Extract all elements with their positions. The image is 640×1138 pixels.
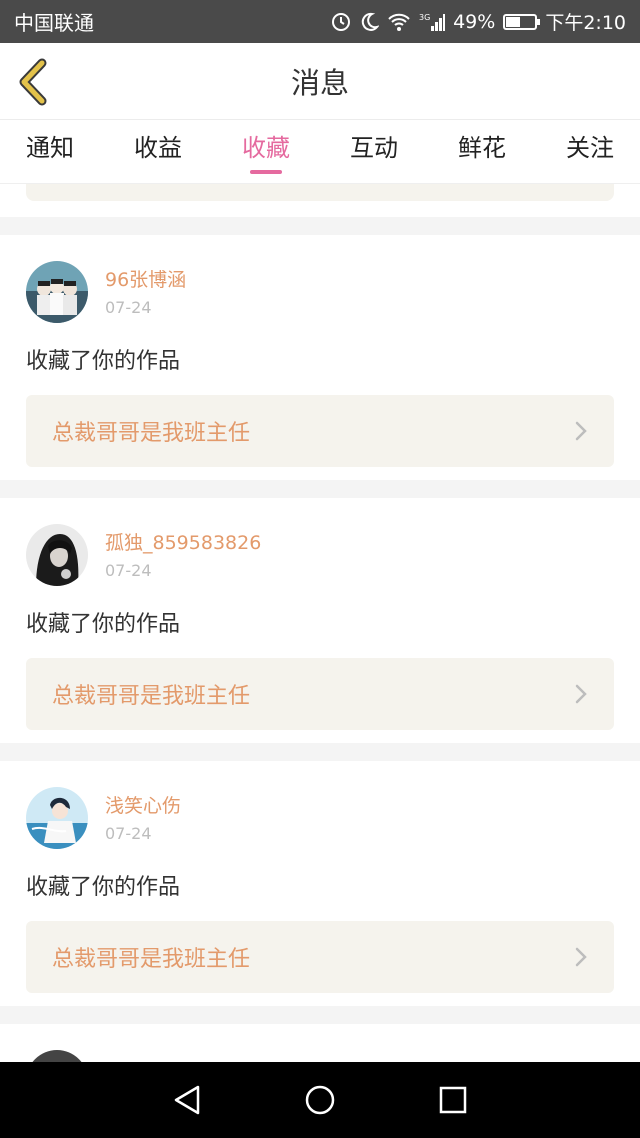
recents-square-icon[interactable] — [433, 1080, 473, 1120]
tab-notifications[interactable]: 通知 — [26, 120, 74, 184]
cell-signal-icon: 3G — [419, 12, 446, 32]
work-title: 总裁哥哥是我班主任 — [52, 947, 251, 972]
list-item: 孤独_859583826 07-24 收藏了你的作品 总裁哥哥是我班主任 — [0, 498, 640, 743]
moon-icon — [359, 12, 380, 32]
avatar[interactable] — [26, 261, 88, 323]
clock: 下午2:10 — [545, 12, 626, 34]
wifi-icon — [387, 12, 411, 32]
back-arrow-icon[interactable] — [16, 57, 52, 107]
battery-level — [506, 16, 521, 27]
system-nav-bar — [0, 1062, 640, 1138]
work-link-partial[interactable] — [26, 184, 614, 201]
tab-following[interactable]: 关注 — [566, 120, 614, 184]
work-title: 总裁哥哥是我班主任 — [52, 421, 251, 446]
timestamp: 07-24 — [105, 298, 152, 317]
list-item: 96张博涵 07-24 收藏了你的作品 总裁哥哥是我班主任 — [0, 235, 640, 480]
home-circle-icon[interactable] — [300, 1080, 340, 1120]
timestamp: 07-24 — [105, 561, 152, 580]
message-text: 收藏了你的作品 — [26, 349, 181, 374]
username[interactable]: 浅笑心伤 — [105, 791, 181, 818]
tab-interactions[interactable]: 互动 — [350, 120, 398, 184]
back-triangle-icon[interactable] — [167, 1080, 207, 1120]
chevron-right-icon — [575, 684, 587, 704]
avatar[interactable] — [26, 1050, 88, 1062]
tab-bar: 通知 收益 收藏 互动 鲜花 关注 — [0, 120, 640, 184]
svg-text:3G: 3G — [419, 13, 430, 22]
username[interactable]: 孤独_859583826 — [105, 528, 261, 555]
work-title: 总裁哥哥是我班主任 — [52, 684, 251, 709]
list-item — [0, 1024, 640, 1062]
username[interactable]: 96张博涵 — [105, 265, 186, 292]
list-item — [0, 184, 640, 217]
chevron-right-icon — [575, 421, 587, 441]
tab-earnings[interactable]: 收益 — [134, 120, 182, 184]
avatar[interactable] — [26, 524, 88, 586]
app-header: 消息 — [0, 43, 640, 120]
message-text: 收藏了你的作品 — [26, 875, 181, 900]
chevron-right-icon — [575, 947, 587, 967]
avatar[interactable] — [26, 787, 88, 849]
tab-favorites[interactable]: 收藏 — [242, 120, 290, 184]
work-link[interactable]: 总裁哥哥是我班主任 — [26, 658, 614, 730]
work-link[interactable]: 总裁哥哥是我班主任 — [26, 921, 614, 993]
list-item: 浅笑心伤 07-24 收藏了你的作品 总裁哥哥是我班主任 — [0, 761, 640, 1006]
page-title: 消息 — [290, 66, 349, 100]
work-link[interactable]: 总裁哥哥是我班主任 — [26, 395, 614, 467]
timestamp: 07-24 — [105, 824, 152, 843]
carrier-name: 中国联通 — [14, 11, 94, 35]
tab-flowers[interactable]: 鲜花 — [458, 120, 506, 184]
battery-icon — [503, 13, 541, 30]
message-list[interactable]: 96张博涵 07-24 收藏了你的作品 总裁哥哥是我班主任 孤独_8595838… — [0, 184, 640, 1062]
battery-percent: 49% — [453, 10, 496, 33]
status-bar: 中国联通 3G 49% 下午2:10 — [0, 0, 640, 43]
message-text: 收藏了你的作品 — [26, 612, 181, 637]
alarm-icon — [331, 12, 351, 32]
